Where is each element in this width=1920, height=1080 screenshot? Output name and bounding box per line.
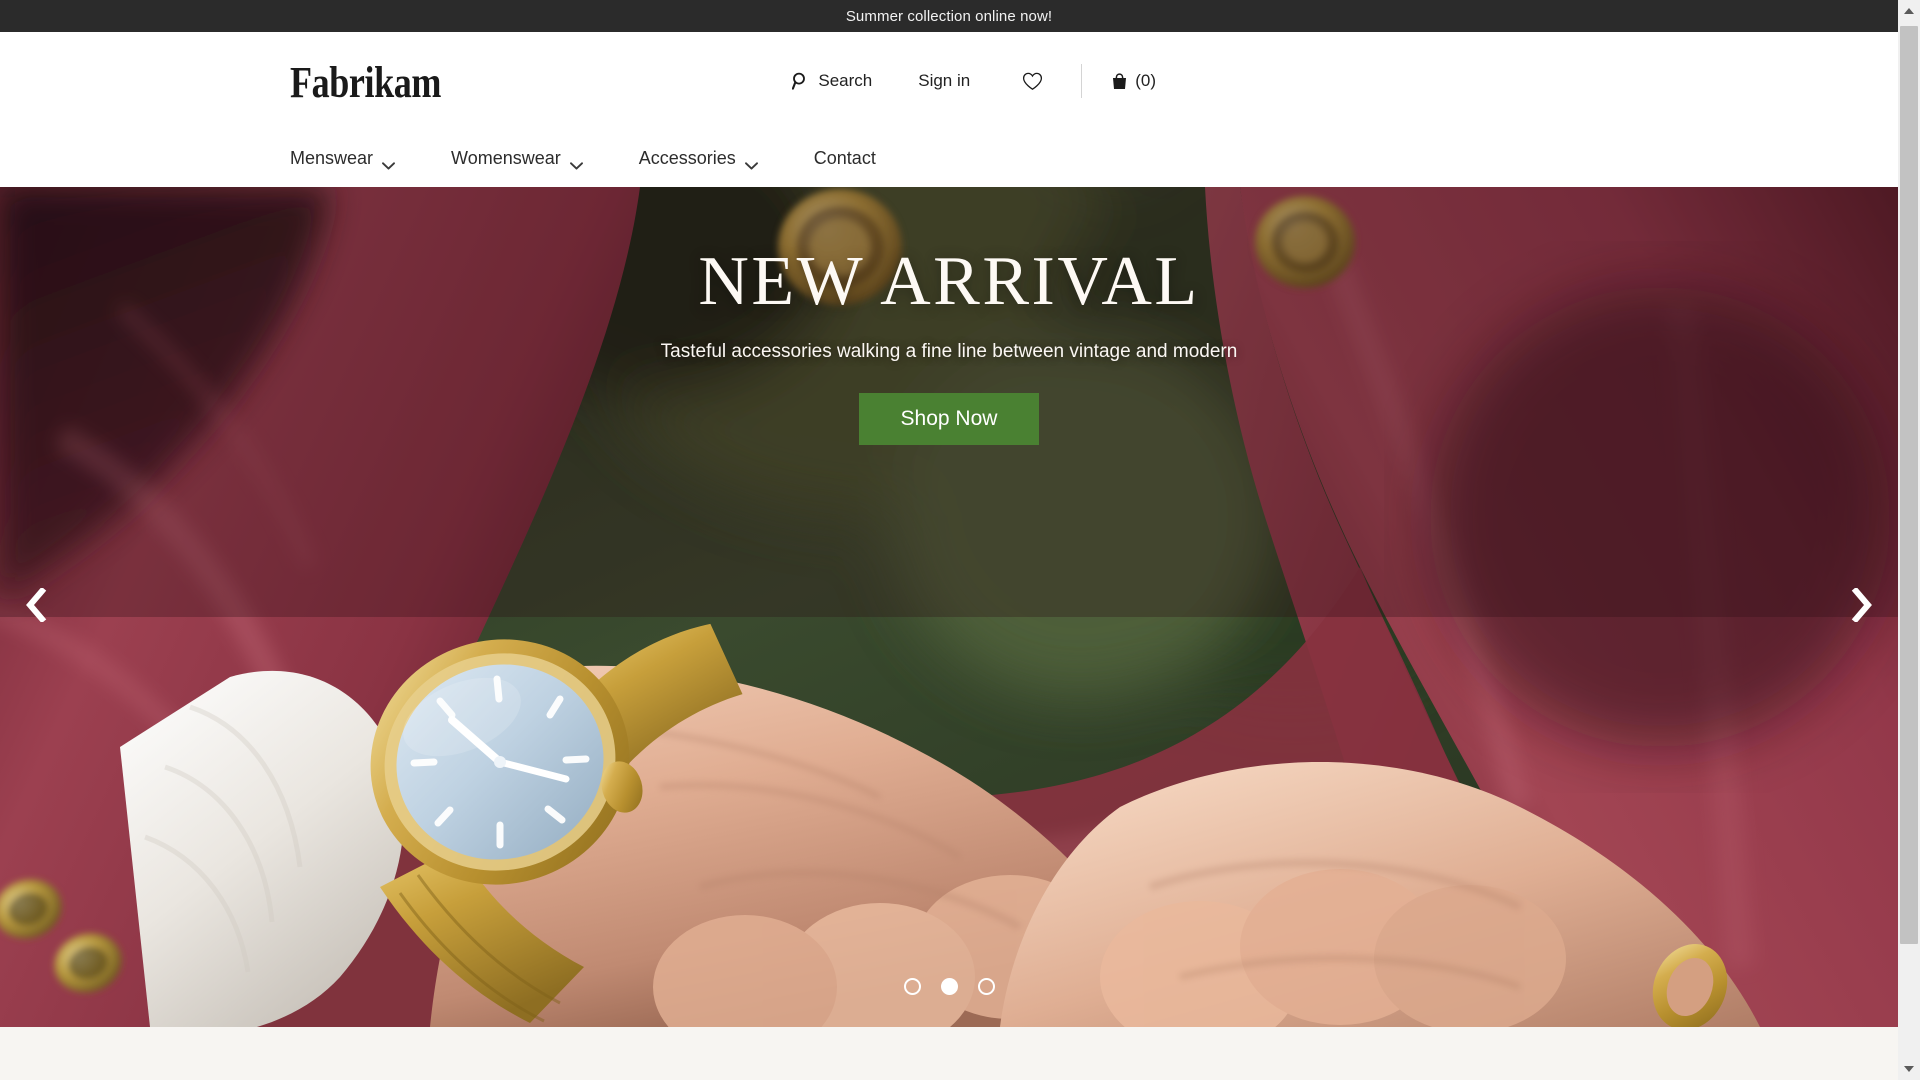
carousel-dot-1[interactable] xyxy=(903,978,921,995)
primary-nav: Menswear Womenswear Accessories Contact xyxy=(0,130,1898,186)
hero-content: NEW ARRIVAL Tasteful accessories walking… xyxy=(0,187,1898,445)
page-root: Summer collection online now! Fabrikam S… xyxy=(0,0,1898,1080)
announcement-bar: Summer collection online now! xyxy=(0,0,1898,32)
carousel-next-button[interactable] xyxy=(1836,581,1888,633)
nav-item-accessories[interactable]: Accessories xyxy=(638,147,758,170)
nav-label: Menswear xyxy=(290,147,374,168)
wishlist-button[interactable] xyxy=(1022,72,1043,91)
scroll-up-arrow-icon xyxy=(1904,8,1914,14)
site-logo[interactable]: Fabrikam xyxy=(290,57,441,105)
search-icon xyxy=(792,72,809,90)
hero-title: NEW ARRIVAL xyxy=(698,243,1200,320)
chevron-down-icon xyxy=(569,154,583,170)
carousel-dot-3[interactable] xyxy=(977,978,995,995)
chevron-left-icon xyxy=(25,586,47,627)
chevron-down-icon xyxy=(744,154,758,170)
chevron-right-icon xyxy=(1851,586,1873,627)
sign-in-label: Sign in xyxy=(918,71,971,90)
heart-icon xyxy=(1022,72,1043,91)
sign-in-button[interactable]: Sign in xyxy=(918,71,970,91)
carousel-dot-2[interactable] xyxy=(940,978,958,995)
shop-now-button[interactable]: Shop Now xyxy=(858,392,1040,445)
shopping-bag-icon xyxy=(1110,72,1129,91)
scrollbar-thumb[interactable] xyxy=(1900,26,1918,944)
scroll-down-arrow-icon xyxy=(1904,1066,1914,1072)
hero-subtitle: Tasteful accessories walking a fine line… xyxy=(660,340,1238,362)
scrollbar-up-button[interactable] xyxy=(1898,0,1920,22)
header-top-row: Fabrikam Search Sign in (0) xyxy=(0,32,1898,130)
nav-label: Contact xyxy=(813,147,876,168)
header-divider xyxy=(1081,64,1083,98)
header-actions: Search Sign in (0) xyxy=(792,64,1898,98)
hero-carousel: NEW ARRIVAL Tasteful accessories walking… xyxy=(0,187,1898,1027)
nav-item-menswear[interactable]: Menswear xyxy=(290,147,395,170)
cart-count: (0) xyxy=(1135,71,1156,90)
carousel-dots xyxy=(0,978,1898,995)
vertical-scrollbar[interactable] xyxy=(1898,0,1920,1080)
nav-item-contact[interactable]: Contact xyxy=(814,148,876,169)
search-button[interactable]: Search xyxy=(792,71,872,91)
scrollbar-down-button[interactable] xyxy=(1898,1058,1920,1080)
nav-label: Accessories xyxy=(638,147,736,168)
below-hero-section xyxy=(0,1027,1898,1080)
search-label: Search xyxy=(818,71,873,90)
announcement-text: Summer collection online now! xyxy=(845,7,1053,25)
carousel-prev-button[interactable] xyxy=(10,581,62,633)
cart-button[interactable]: (0) xyxy=(1110,71,1156,91)
chevron-down-icon xyxy=(382,154,395,170)
site-header: Fabrikam Search Sign in (0) Menswear Wom… xyxy=(0,32,1898,187)
nav-label: Womenswear xyxy=(451,147,561,168)
nav-item-womenswear[interactable]: Womenswear xyxy=(451,147,583,170)
